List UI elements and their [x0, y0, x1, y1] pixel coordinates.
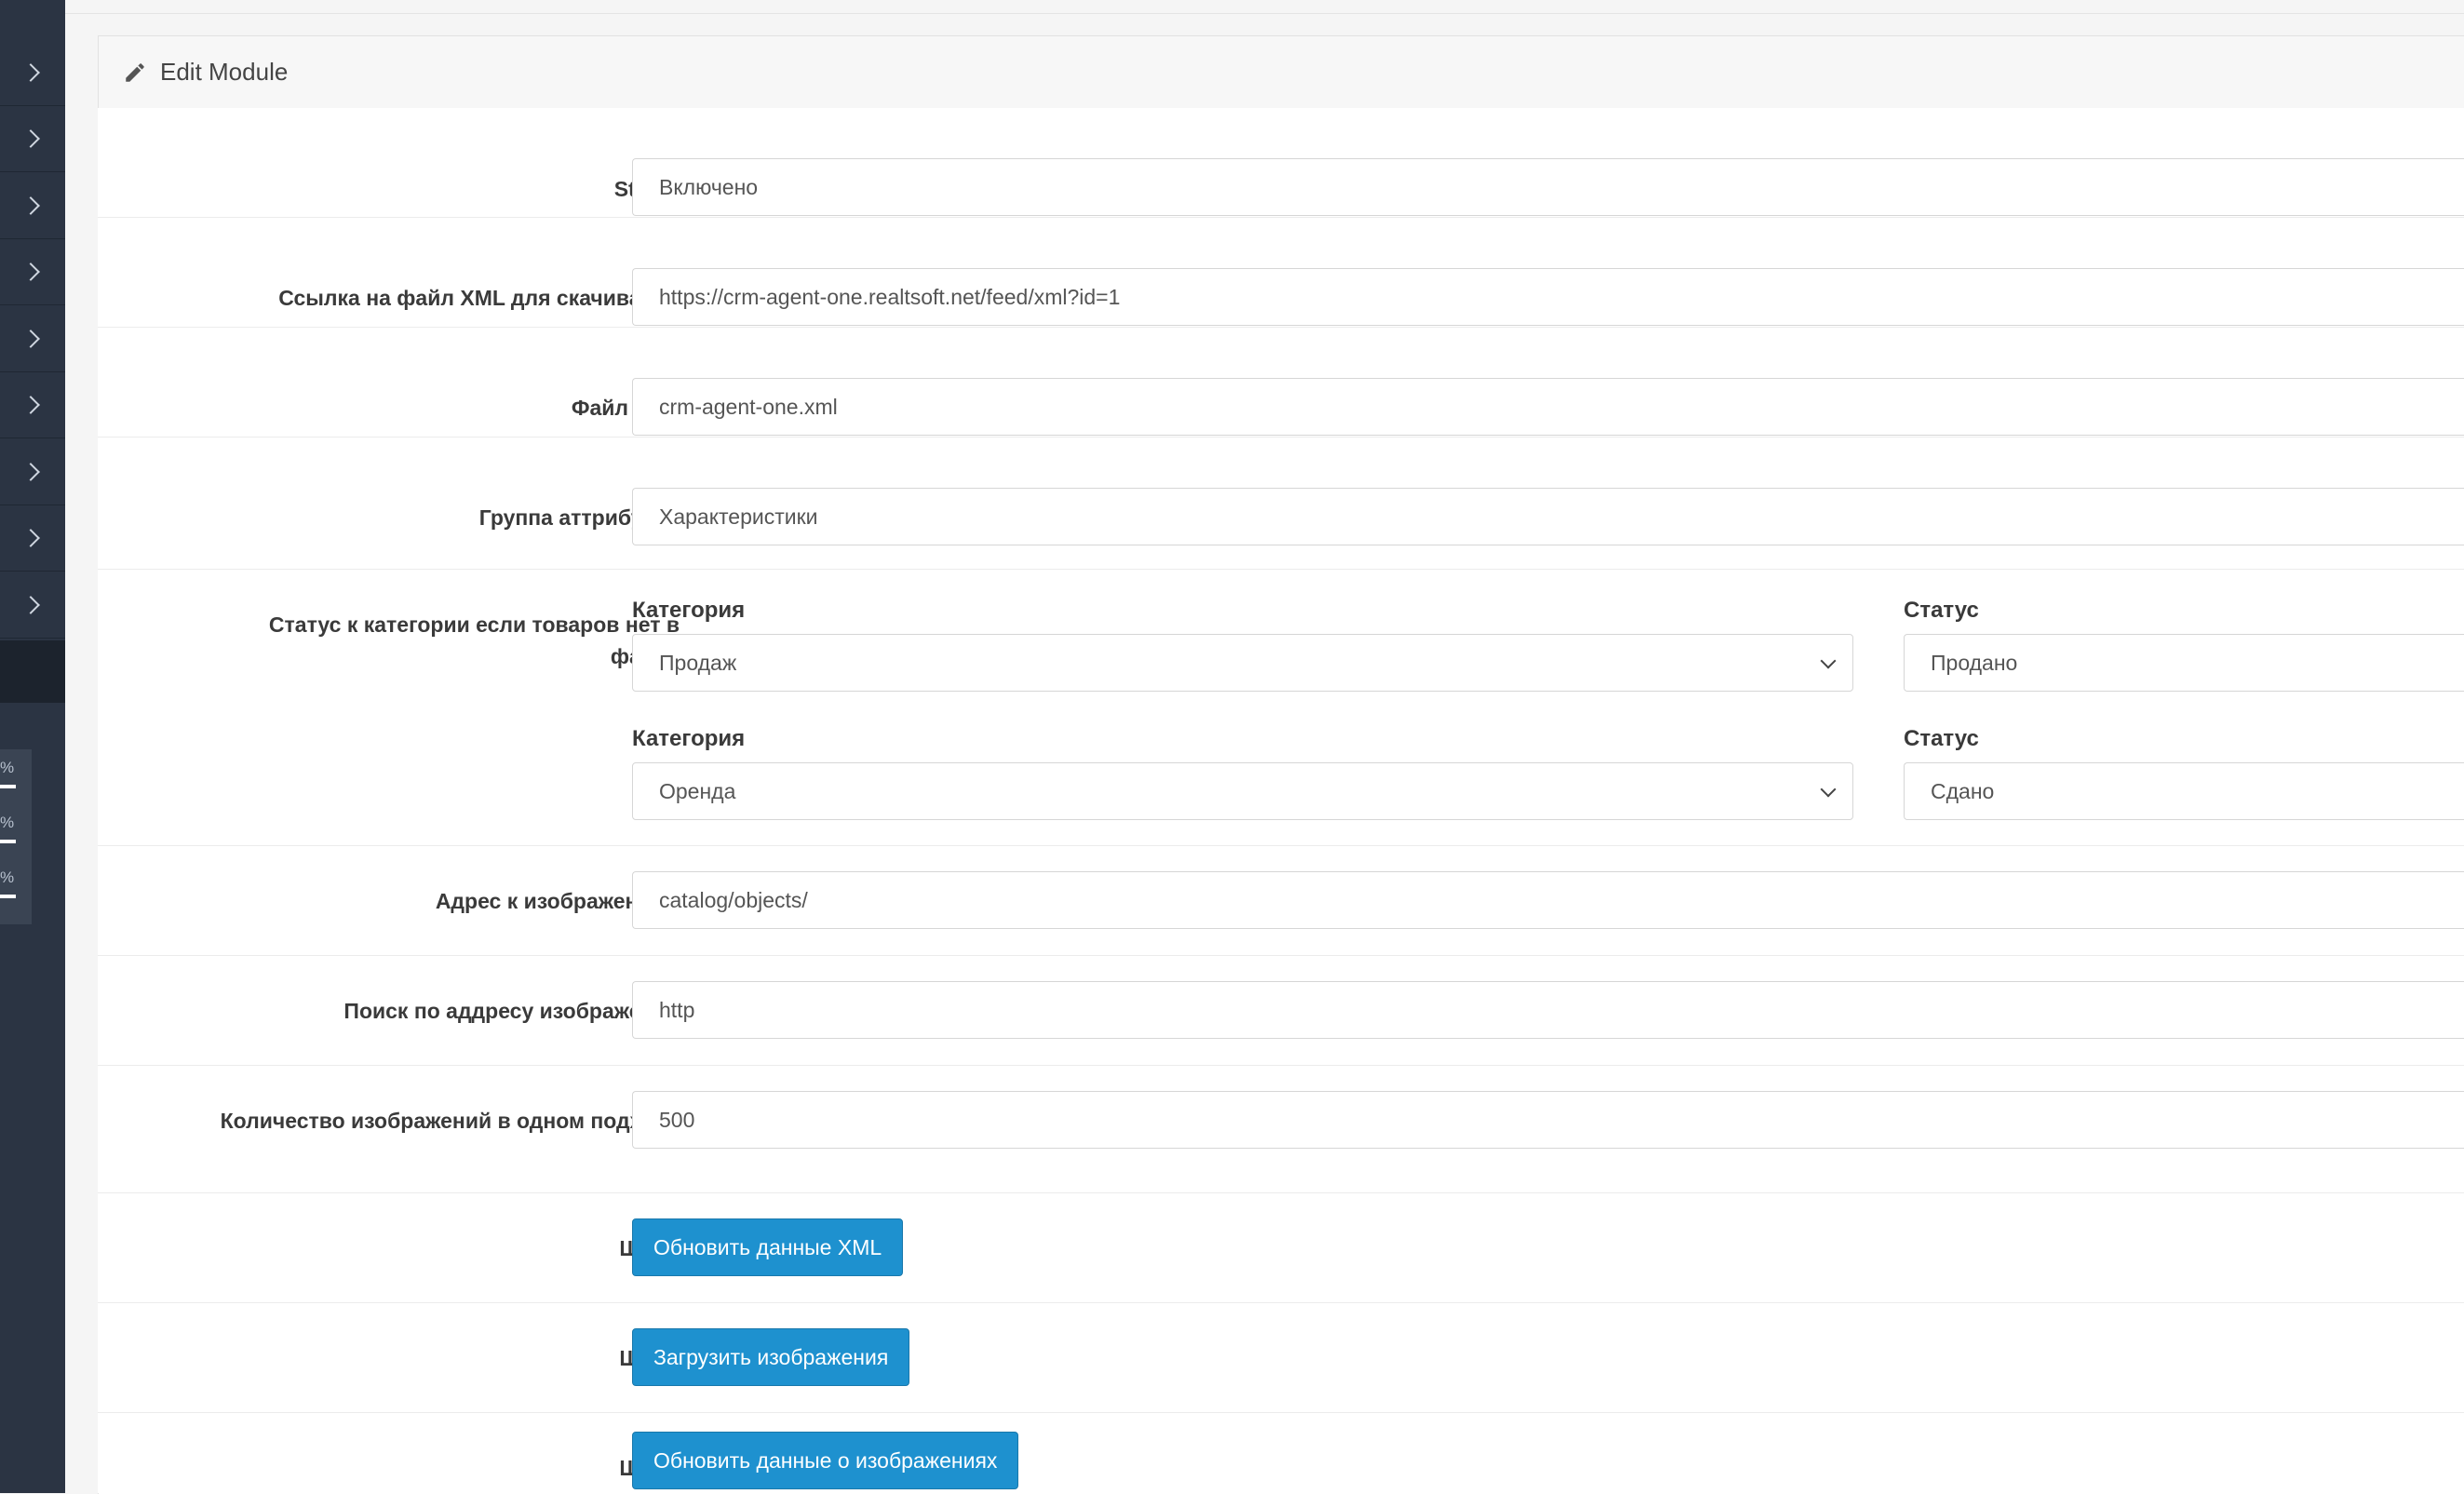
category-label: Категория: [632, 726, 746, 751]
sidebar-active-block: [0, 640, 65, 703]
form-row-xml-file: Файл XML crm-agent-one.xml: [98, 328, 2464, 437]
sidebar-item-4[interactable]: [0, 238, 65, 305]
chevron-right-icon: [21, 329, 40, 348]
step1-label: Шаг 1: [195, 1232, 680, 1264]
panel-heading: Edit Module: [99, 36, 2464, 109]
images-per-batch-input[interactable]: 500: [632, 1091, 2464, 1149]
chevron-right-icon: [21, 262, 40, 281]
status-sub-select[interactable]: Сдано: [1904, 762, 2464, 820]
form-row-image-search: Поиск по аддресу изображения http: [98, 956, 2464, 1066]
category-status-label: Статус к категории если товаров нет в фа…: [268, 612, 680, 668]
top-strip: [65, 0, 2464, 14]
form-row-images-path: Адрес к изображениям catalog/objects/: [98, 846, 2464, 956]
step3-label: Шаг 3: [195, 1452, 680, 1484]
status-sub-select[interactable]: Продано: [1904, 634, 2464, 692]
category-select-value: Продаж: [659, 651, 737, 675]
form-row-category-status: Статус к категории если товаров нет в фа…: [98, 570, 2464, 846]
status-sublabel: Статус: [1904, 726, 1979, 751]
chevron-down-icon: [1820, 653, 1837, 669]
sidebar-item-3[interactable]: [0, 172, 65, 239]
stat-row: %: [0, 814, 32, 868]
xml-file-label: Файл XML: [571, 396, 680, 420]
images-path-label: Адрес к изображениям: [435, 889, 680, 913]
chevron-down-icon: [1820, 781, 1837, 798]
sidebar: % % %: [0, 0, 65, 1493]
stat-row: %: [0, 759, 32, 813]
image-search-label: Поиск по аддресу изображения: [343, 999, 680, 1023]
stat-percent: %: [0, 814, 15, 831]
chevron-right-icon: [21, 595, 40, 614]
update-images-data-button[interactable]: Обновить данные о изображениях: [632, 1432, 1019, 1489]
sidebar-item-5[interactable]: [0, 305, 65, 372]
pencil-icon: [126, 62, 144, 82]
sidebar-item-7[interactable]: [0, 438, 65, 505]
category-select[interactable]: Оренда: [632, 762, 1853, 820]
sidebar-item-1[interactable]: [0, 39, 65, 106]
status-sublabel: Статус: [1904, 598, 1979, 623]
status-sub-select-value: Сдано: [1931, 779, 1995, 803]
form-row-status: Status Включено: [98, 108, 2464, 218]
stat-row: %: [0, 868, 32, 922]
status-sub-select-value: Продано: [1931, 651, 2018, 675]
stat-progress-bar: [0, 785, 16, 788]
status-label: Status: [195, 173, 680, 205]
attr-group-select[interactable]: Характеристики: [632, 488, 2464, 545]
load-images-button[interactable]: Загрузить изображения: [632, 1328, 910, 1386]
sidebar-item-2[interactable]: [0, 105, 65, 172]
stat-percent: %: [0, 868, 15, 886]
stat-progress-bar: [0, 840, 16, 843]
xml-url-input[interactable]: https://crm-agent-one.realtsoft.net/feed…: [632, 268, 2464, 326]
stat-percent: %: [0, 759, 15, 776]
step2-label: Шаг 2: [195, 1342, 680, 1374]
sidebar-item-8[interactable]: [0, 505, 65, 572]
xml-url-label: Ссылка на файл XML для скачивания: [278, 286, 680, 310]
chevron-right-icon: [21, 62, 40, 82]
stat-progress-bar: [0, 895, 16, 898]
chevron-right-icon: [21, 195, 40, 215]
category-label: Категория: [632, 598, 746, 623]
sidebar-item-6[interactable]: [0, 371, 65, 438]
form-row-attr-group: Группа аттрибутов Характеристики: [98, 437, 2464, 570]
form-row-xml-url: Ссылка на файл XML для скачивания https:…: [98, 218, 2464, 328]
attr-group-label: Группа аттрибутов: [478, 505, 680, 530]
form-row-step1: Шаг 1 Обновить данные XML: [98, 1193, 2464, 1303]
status-select[interactable]: Включено: [632, 158, 2464, 216]
form-row-step3: Шаг 3 Обновить данные о изображениях: [98, 1413, 2464, 1493]
image-search-input[interactable]: http: [632, 981, 2464, 1039]
chevron-right-icon: [21, 395, 40, 414]
images-per-batch-label: Количество изображений в одном подходе: [220, 1109, 680, 1133]
form-row-step2: Шаг 2 Загрузить изображения: [98, 1303, 2464, 1413]
chevron-right-icon: [21, 462, 40, 481]
update-xml-button[interactable]: Обновить данные XML: [632, 1218, 904, 1276]
form-row-images-per-batch: Количество изображений в одном подходе 5…: [98, 1066, 2464, 1193]
sidebar-item-9[interactable]: [0, 572, 65, 639]
chevron-right-icon: [21, 528, 40, 547]
sidebar-stats: % % %: [0, 749, 32, 924]
category-select-value: Оренда: [659, 779, 736, 803]
chevron-right-icon: [21, 128, 40, 148]
images-path-input[interactable]: catalog/objects/: [632, 871, 2464, 929]
xml-file-input[interactable]: crm-agent-one.xml: [632, 378, 2464, 436]
panel-title: Edit Module: [160, 58, 289, 86]
category-select[interactable]: Продаж: [632, 634, 1853, 692]
